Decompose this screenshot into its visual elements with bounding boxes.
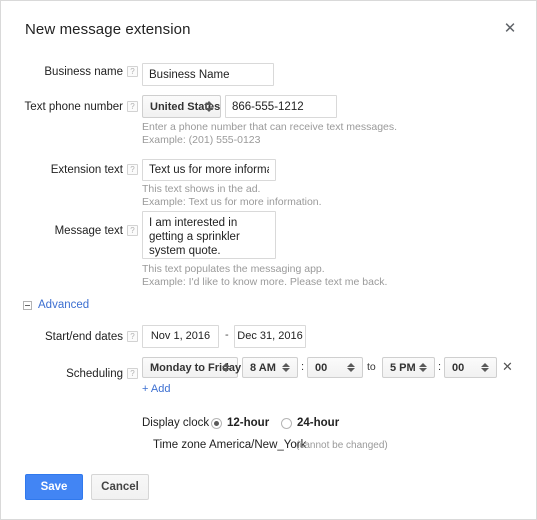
start-end-dates-label: Start/end dates — [45, 331, 123, 343]
chevron-updown-icon — [419, 358, 427, 377]
scheduling-to-label: to — [367, 361, 376, 373]
text-phone-number-label: Text phone number — [24, 101, 123, 113]
advanced-toggle[interactable]: Advanced — [23, 299, 89, 311]
radio-24-hour-label[interactable]: 24-hour — [297, 417, 339, 429]
chevron-updown-icon — [481, 358, 489, 377]
date-range-separator: - — [225, 329, 229, 341]
chevron-updown-icon — [222, 358, 230, 377]
message-hint-1: This text populates the messaging app. — [142, 263, 325, 275]
end-date-field[interactable]: Dec 31, 2016 — [234, 325, 306, 348]
time-zone-label: Time zone — [153, 439, 207, 451]
business-name-input[interactable] — [142, 63, 274, 86]
time-zone-note: (cannot be changed) — [296, 440, 388, 451]
scheduling-start-hour-value: 8 AM — [250, 362, 276, 374]
extension-text-label: Extension text — [50, 164, 123, 176]
end-time-colon: : — [438, 361, 442, 373]
close-icon[interactable]: ✕ — [501, 19, 519, 37]
radio-12-hour-label[interactable]: 12-hour — [227, 417, 269, 429]
message-text-textarea[interactable]: I am interested in getting a sprinkler s… — [142, 211, 276, 259]
phone-hint-1: Enter a phone number that can receive te… — [142, 121, 398, 133]
scheduling-start-minute-select[interactable]: 00 — [307, 357, 363, 378]
extension-hint-1: This text shows in the ad. — [142, 183, 261, 195]
extension-text-input[interactable] — [142, 159, 276, 181]
advanced-toggle-label: Advanced — [38, 299, 90, 311]
message-hint-2: Example: I'd like to know more. Please t… — [142, 276, 388, 288]
extension-hint-2: Example: Text us for more information. — [142, 196, 322, 208]
remove-schedule-icon[interactable]: ✕ — [502, 357, 513, 378]
page-title: New message extension — [25, 21, 191, 38]
business-name-help-icon[interactable]: ? — [127, 66, 138, 77]
scheduling-end-hour-value: 5 PM — [390, 362, 416, 374]
scheduling-end-minute-value: 00 — [452, 362, 465, 374]
scheduling-help-icon[interactable]: ? — [127, 368, 138, 379]
scheduling-start-minute-value: 00 — [315, 362, 328, 374]
country-select[interactable]: United States — [142, 95, 221, 118]
radio-12-hour[interactable] — [211, 418, 222, 429]
chevron-updown-icon — [347, 358, 355, 377]
start-end-dates-help-icon[interactable]: ? — [127, 331, 138, 342]
scheduling-end-hour-select[interactable]: 5 PM — [382, 357, 435, 378]
start-time-colon: : — [301, 361, 305, 373]
scheduling-end-minute-select[interactable]: 00 — [444, 357, 497, 378]
start-date-field[interactable]: Nov 1, 2016 — [142, 325, 219, 348]
collapse-minus-icon — [23, 300, 32, 310]
cancel-button[interactable]: Cancel — [91, 474, 149, 500]
add-schedule-link[interactable]: + Add — [142, 383, 170, 395]
scheduling-label: Scheduling — [66, 368, 123, 380]
message-text-help-icon[interactable]: ? — [127, 225, 138, 236]
radio-24-hour[interactable] — [281, 418, 292, 429]
phone-number-input[interactable] — [225, 95, 337, 118]
scheduling-days-select[interactable]: Monday to Friday — [142, 357, 241, 378]
phone-hint-2: Example: (201) 555-0123 — [142, 134, 261, 146]
business-name-label: Business name — [44, 66, 123, 78]
message-text-label: Message text — [54, 225, 123, 237]
text-phone-number-help-icon[interactable]: ? — [127, 101, 138, 112]
extension-text-help-icon[interactable]: ? — [127, 164, 138, 175]
display-clock-label: Display clock — [142, 417, 210, 429]
new-message-extension-dialog: New message extension ✕ Business name ? … — [0, 0, 537, 520]
save-button[interactable]: Save — [25, 474, 83, 500]
time-zone-value: America/New_York — [209, 439, 307, 451]
chevron-updown-icon — [282, 358, 290, 377]
scheduling-start-hour-select[interactable]: 8 AM — [242, 357, 298, 378]
chevron-updown-icon — [205, 96, 213, 117]
